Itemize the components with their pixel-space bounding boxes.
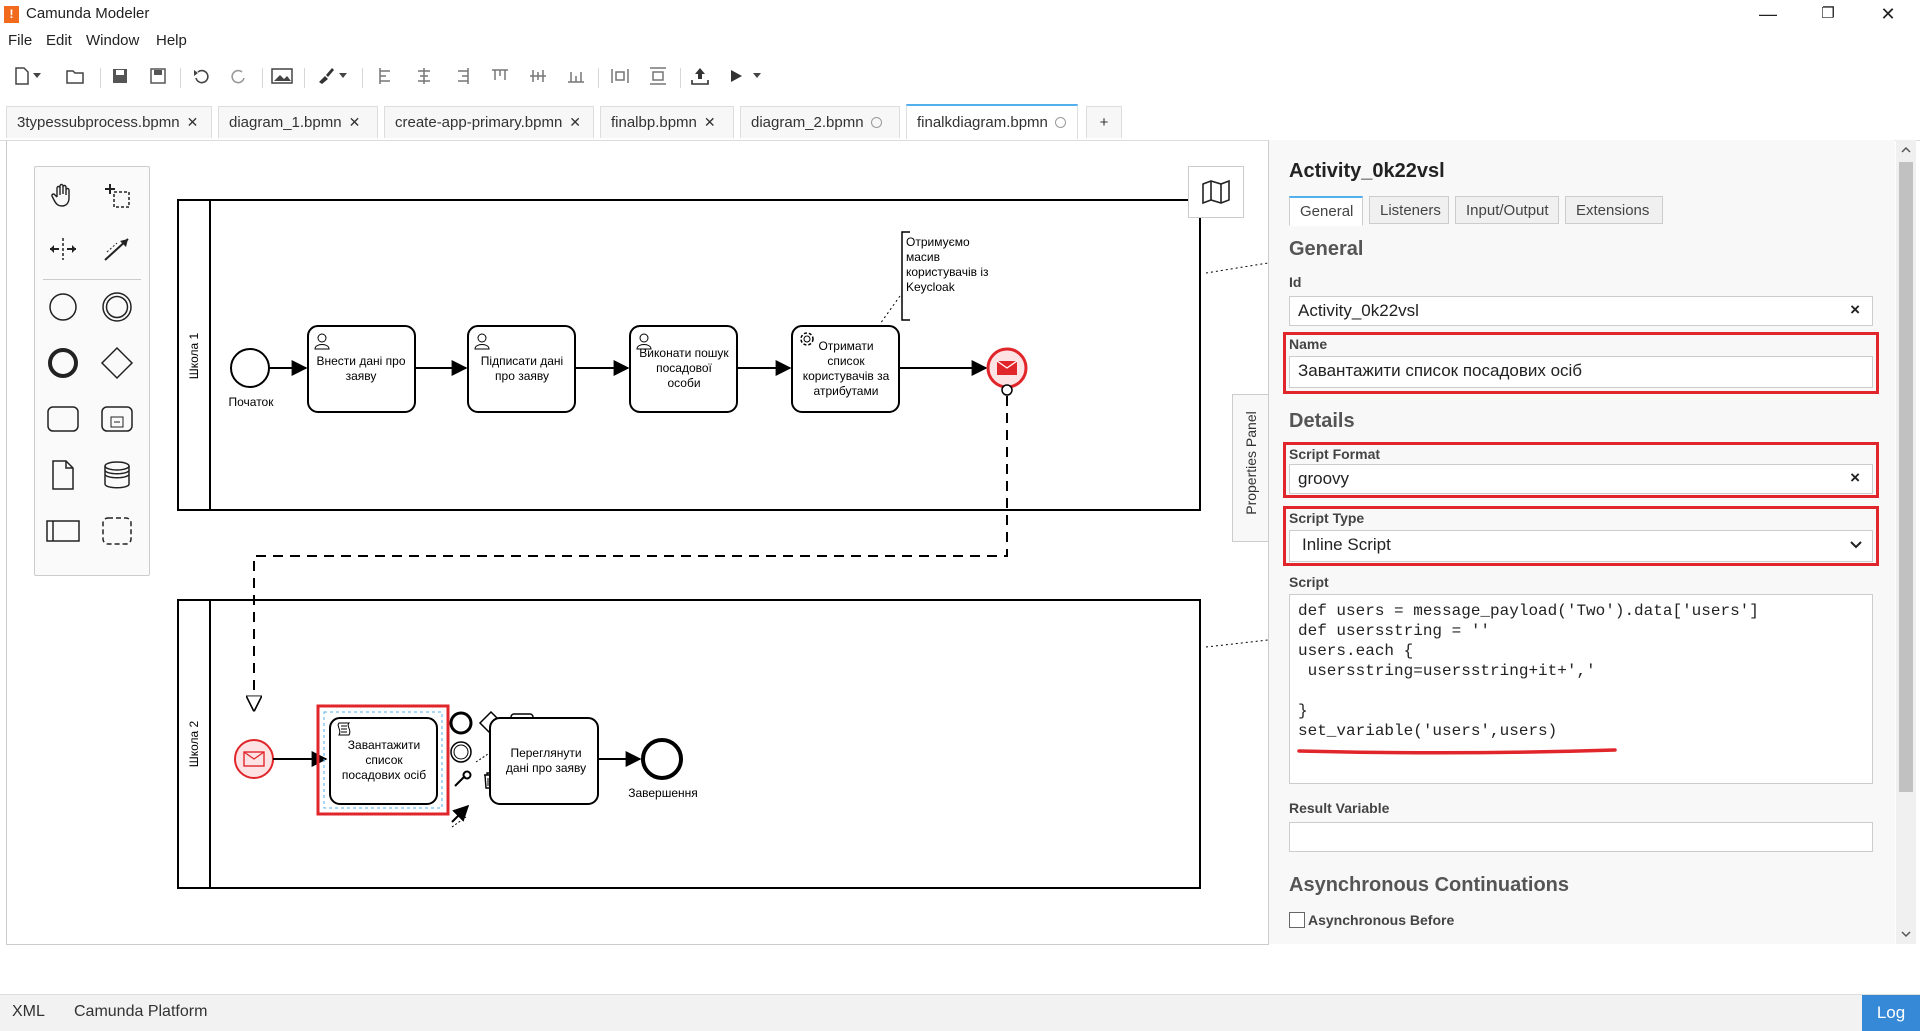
tab-general[interactable]: General <box>1289 196 1363 226</box>
hand-tool-icon[interactable] <box>43 175 83 215</box>
name-label: Name <box>1289 336 1328 352</box>
scroll-down-icon[interactable] <box>1901 930 1911 938</box>
checkbox-icon[interactable] <box>1289 912 1305 928</box>
intermediate-event-tool-icon[interactable] <box>97 287 137 327</box>
lane-2-label: Школа 2 <box>187 720 201 767</box>
task-label: Підписати дані <box>481 354 563 368</box>
map-icon <box>1202 179 1230 205</box>
script-label: Script <box>1289 574 1329 590</box>
maximize-button[interactable]: ❐ <box>1800 0 1856 28</box>
id-input[interactable]: Activity_0k22vsl × <box>1289 296 1873 326</box>
properties-panel: Activity_0k22vsl General Listeners Input… <box>1268 140 1895 944</box>
task-label: особи <box>667 376 700 390</box>
result-variable-input[interactable] <box>1289 822 1873 852</box>
script-format-label: Script Format <box>1289 446 1381 462</box>
tab-input-output[interactable]: Input/Output <box>1455 196 1559 224</box>
task-label: Виконати пошук <box>639 346 729 360</box>
result-variable-label: Result Variable <box>1289 800 1390 816</box>
script-format-input[interactable]: groovy × <box>1289 464 1873 494</box>
end-event-tool-icon[interactable] <box>43 343 83 383</box>
tab-extensions[interactable]: Extensions <box>1565 196 1663 224</box>
id-value: Activity_0k22vsl <box>1298 301 1419 320</box>
task-label: Внести дані про <box>317 354 406 368</box>
tool-palette <box>34 166 150 576</box>
connect-icon[interactable] <box>451 804 470 823</box>
group-async-title: Asynchronous Continuations <box>1289 874 1569 896</box>
async-before-checkbox[interactable]: Asynchronous Before <box>1289 912 1454 928</box>
space-tool-icon[interactable] <box>43 229 83 269</box>
task-label: заяву <box>346 369 377 383</box>
data-store-tool-icon[interactable] <box>97 455 137 495</box>
xml-view-button[interactable]: XML <box>12 1003 45 1021</box>
close-window-button[interactable]: ✕ <box>1860 0 1916 28</box>
tab-listeners[interactable]: Listeners <box>1369 196 1449 224</box>
task-tool-icon[interactable] <box>43 399 83 439</box>
subprocess-tool-icon[interactable] <box>97 399 137 439</box>
lasso-tool-icon[interactable] <box>97 175 137 215</box>
status-bar: XML Camunda Platform Log <box>0 994 1920 1031</box>
script-type-select[interactable]: Inline Script <box>1289 530 1873 562</box>
task-label: список <box>827 354 865 368</box>
append-end-event-icon[interactable] <box>449 711 473 735</box>
properties-panel-toggle[interactable]: Properties Panel <box>1232 394 1269 542</box>
data-object-tool-icon[interactable] <box>43 455 83 495</box>
id-label: Id <box>1289 274 1302 290</box>
task-label: Завантажити <box>348 738 420 752</box>
properties-panel-toggle-label: Properties Panel <box>1243 411 1259 515</box>
pool-tool-icon[interactable] <box>43 511 83 551</box>
scroll-up-icon[interactable] <box>1901 146 1911 154</box>
minimize-button[interactable]: — <box>1740 0 1796 28</box>
script-type-label: Script Type <box>1289 510 1365 526</box>
task-label: посадової <box>656 361 712 375</box>
clear-id-icon[interactable]: × <box>1850 300 1860 320</box>
annotation-text: Keycloak <box>906 280 956 294</box>
lane-1-label: Школа 1 <box>187 332 201 379</box>
annotation-text: користувачів із <box>906 265 989 279</box>
element-id-title: Activity_0k22vsl <box>1289 160 1445 182</box>
start-event-tool-icon[interactable] <box>43 287 83 327</box>
group-details-title: Details <box>1289 410 1355 432</box>
end-event[interactable] <box>641 738 683 780</box>
task-label: атрибутами <box>814 384 879 398</box>
group-tool-icon[interactable] <box>97 511 137 551</box>
task-label: дані про заяву <box>506 761 586 775</box>
start-event[interactable] <box>230 348 270 388</box>
task-label: Отримати <box>818 339 873 353</box>
name-textarea[interactable]: Завантажити список посадових осіб <box>1289 356 1873 388</box>
clear-script-format-icon[interactable]: × <box>1850 468 1860 488</box>
minimap-button[interactable] <box>1188 166 1244 218</box>
start-label: Початок <box>229 395 275 409</box>
task-label: користувачів за <box>803 369 890 383</box>
annotation-text: масив <box>906 250 940 264</box>
message-flow[interactable] <box>254 396 1008 710</box>
panel-scrollbar[interactable] <box>1896 140 1916 944</box>
global-connect-tool-icon[interactable] <box>97 229 137 269</box>
engine-platform-label[interactable]: Camunda Platform <box>74 1003 207 1021</box>
task-label: список <box>365 753 403 767</box>
async-before-label: Asynchronous Before <box>1308 912 1455 928</box>
task-label: Переглянути <box>510 746 581 760</box>
chevron-down-icon <box>1850 541 1862 549</box>
task-label: посадових осіб <box>342 768 426 782</box>
task-label: про заяву <box>495 369 549 383</box>
script-type-value: Inline Script <box>1302 535 1391 554</box>
scrollbar-thumb[interactable] <box>1899 162 1913 792</box>
log-button[interactable]: Log <box>1862 995 1920 1031</box>
annotation-text: Отримуємо <box>906 235 970 249</box>
name-value: Завантажити список посадових осіб <box>1298 361 1583 380</box>
gateway-tool-icon[interactable] <box>97 343 137 383</box>
group-general-title: General <box>1289 238 1364 260</box>
bpmn-diagram: Школа 1 Початок Внести дані про заяву Пі… <box>177 199 1268 889</box>
end-label: Завершення <box>628 786 698 800</box>
script-format-value: groovy <box>1298 469 1350 488</box>
underline-annotation <box>1297 748 1617 755</box>
